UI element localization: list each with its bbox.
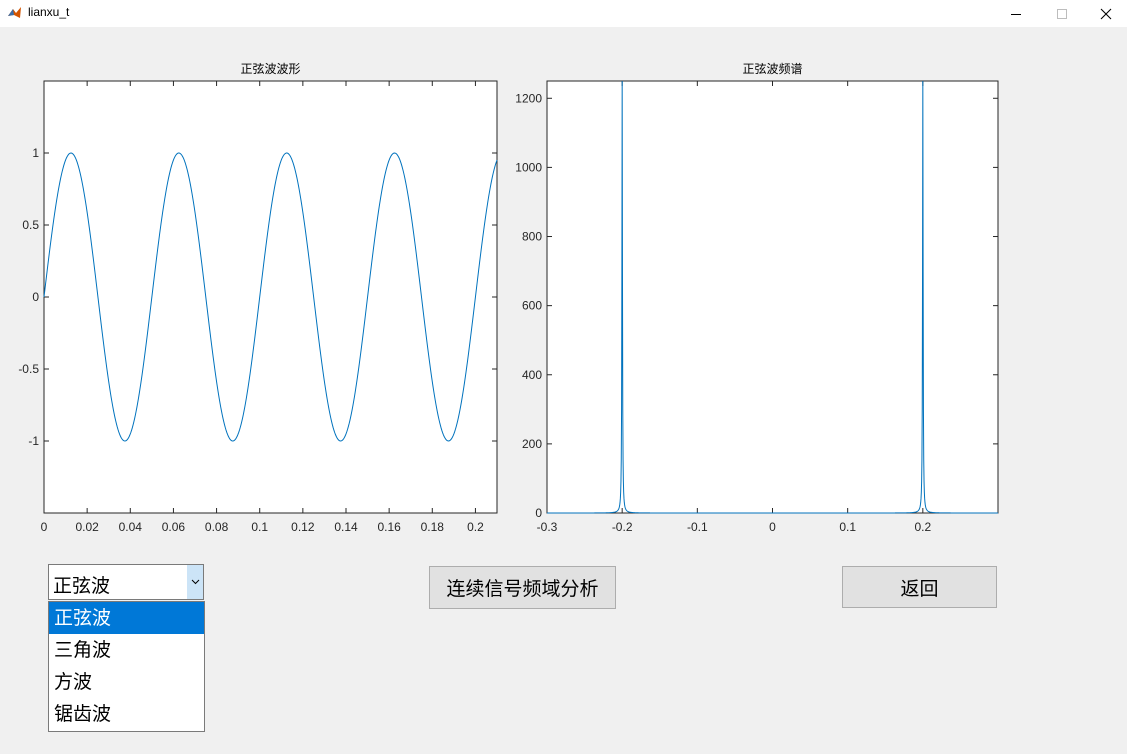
dropdown-arrow[interactable] [187, 565, 203, 599]
x-tick-label: 0.04 [119, 520, 143, 534]
x-tick-label: -0.1 [687, 520, 708, 534]
axes-1-title: 正弦波波形 [240, 61, 300, 76]
axes-2-box [546, 80, 999, 514]
y-tick-label: 1 [32, 146, 39, 160]
x-tick-label: 0.06 [162, 520, 186, 534]
x-tick-label: 0.16 [377, 520, 401, 534]
y-tick-label: 1200 [515, 91, 542, 105]
x-tick-label: 0.2 [467, 520, 484, 534]
x-tick-label: 0.14 [334, 520, 358, 534]
back-button[interactable]: 返回 [842, 566, 997, 608]
y-tick-label: -0.5 [18, 362, 39, 376]
x-tick-label: 0.08 [205, 520, 229, 534]
x-tick-label: 0.2 [914, 520, 931, 534]
chevron-down-icon [191, 579, 199, 585]
y-tick-label: 200 [522, 437, 542, 451]
y-tick-label: -1 [28, 434, 39, 448]
y-tick-label: 800 [522, 230, 542, 244]
x-tick-label: -0.3 [537, 520, 558, 534]
x-tick-label: 0.18 [421, 520, 445, 534]
axes-2-title: 正弦波频谱 [742, 61, 802, 76]
x-tick-label: -0.2 [612, 520, 633, 534]
y-tick-label: 0.5 [22, 218, 39, 232]
signal-type-options: 正弦波 三角波 方波 锯齿波 [48, 601, 205, 732]
y-tick-label: 600 [522, 299, 542, 313]
option-sine[interactable]: 正弦波 [49, 602, 204, 634]
y-tick-label: 0 [535, 506, 542, 520]
option-square[interactable]: 方波 [49, 666, 204, 698]
option-sawtooth[interactable]: 锯齿波 [49, 698, 204, 730]
signal-type-select[interactable]: 正弦波 [48, 564, 204, 600]
analyze-button[interactable]: 连续信号频域分析 [429, 566, 616, 609]
y-tick-label: 1000 [515, 160, 542, 174]
x-tick-label: 0.12 [291, 520, 315, 534]
x-tick-label: 0.1 [251, 520, 268, 534]
y-tick-label: 400 [522, 368, 542, 382]
x-tick-label: 0 [41, 520, 48, 534]
x-tick-label: 0 [769, 520, 776, 534]
x-tick-label: 0.1 [839, 520, 856, 534]
option-triangle[interactable]: 三角波 [49, 634, 204, 666]
signal-type-value: 正弦波 [53, 575, 111, 597]
x-tick-label: 0.02 [75, 520, 99, 534]
y-tick-label: 0 [32, 290, 39, 304]
axes-1-box [43, 80, 498, 514]
